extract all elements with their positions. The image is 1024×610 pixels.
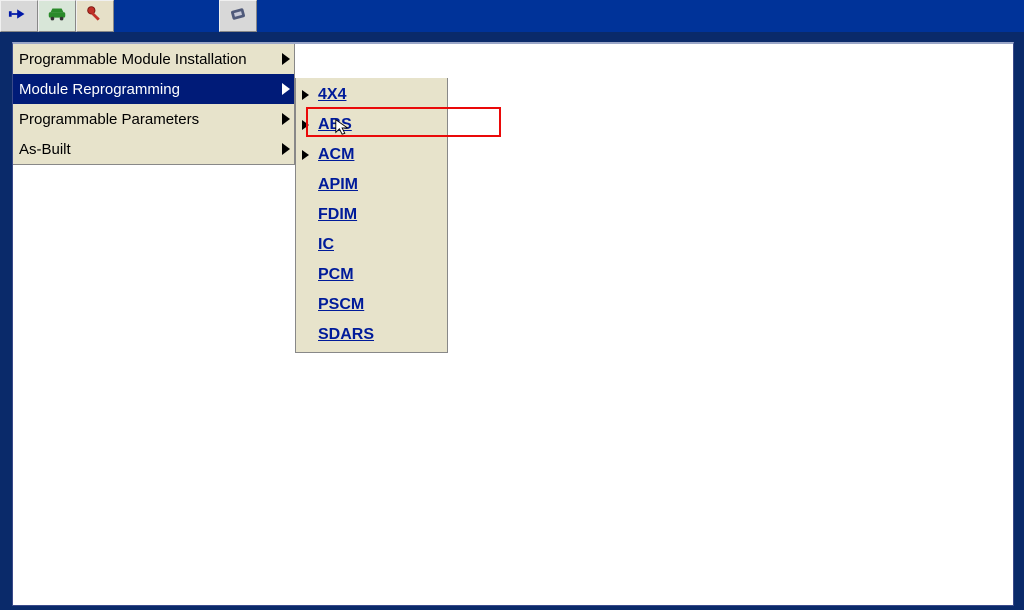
submenu-item-label: ABS — [318, 116, 352, 134]
submenu: 4X4 ABS ACM APIM FDIM IC PCM — [295, 78, 448, 353]
arrow-right-icon — [302, 150, 309, 160]
menu-item-label: As-Built — [19, 141, 71, 158]
submenu-item-4x4[interactable]: 4X4 — [296, 80, 447, 110]
submenu-item-acm[interactable]: ACM — [296, 140, 447, 170]
module-tool[interactable] — [219, 0, 257, 32]
submenu-item-label: ACM — [318, 146, 354, 164]
submenu-item-label: PCM — [318, 266, 354, 284]
submenu-item-ic[interactable]: IC — [296, 230, 447, 260]
submenu-item-pscm[interactable]: PSCM — [296, 290, 447, 320]
main-menu: Programmable Module Installation Module … — [13, 44, 295, 165]
toolbar-left — [0, 0, 114, 32]
arrow-right-icon — [282, 83, 290, 95]
key-tool[interactable] — [76, 0, 114, 32]
chip-icon — [227, 3, 249, 30]
menu-item-module-reprogramming[interactable]: Module Reprogramming — [13, 74, 294, 104]
arrow-right-icon — [282, 53, 290, 65]
submenu-item-label: 4X4 — [318, 86, 346, 104]
arrow-right-icon — [302, 90, 309, 100]
submenu-item-fdim[interactable]: FDIM — [296, 200, 447, 230]
submenu-item-apim[interactable]: APIM — [296, 170, 447, 200]
vehicle-tool[interactable] — [38, 0, 76, 32]
content-area: Programmable Module Installation Module … — [12, 42, 1014, 606]
connector-tool[interactable] — [0, 0, 38, 32]
submenu-item-label: IC — [318, 236, 334, 254]
menu-item-label: Programmable Parameters — [19, 111, 199, 128]
menu-item-label: Programmable Module Installation — [19, 51, 247, 68]
menu-item-programmable-parameters[interactable]: Programmable Parameters — [13, 104, 294, 134]
app-window: Programmable Module Installation Module … — [0, 0, 1024, 610]
submenu-item-pcm[interactable]: PCM — [296, 260, 447, 290]
toolbar-right — [219, 0, 257, 32]
car-icon — [46, 3, 68, 30]
plug-icon — [8, 3, 30, 30]
submenu-item-label: FDIM — [318, 206, 357, 224]
menu-item-as-built[interactable]: As-Built — [13, 134, 294, 164]
submenu-item-sdars[interactable]: SDARS — [296, 320, 447, 350]
submenu-item-abs[interactable]: ABS — [296, 110, 447, 140]
submenu-item-label: SDARS — [318, 326, 374, 344]
titlebar — [0, 0, 1024, 32]
arrow-right-icon — [282, 113, 290, 125]
menu-item-label: Module Reprogramming — [19, 81, 180, 98]
submenu-item-label: PSCM — [318, 296, 364, 314]
menu-item-pmi[interactable]: Programmable Module Installation — [13, 44, 294, 74]
key-icon — [84, 3, 106, 30]
arrow-right-icon — [302, 120, 309, 130]
submenu-item-label: APIM — [318, 176, 358, 194]
arrow-right-icon — [282, 143, 290, 155]
